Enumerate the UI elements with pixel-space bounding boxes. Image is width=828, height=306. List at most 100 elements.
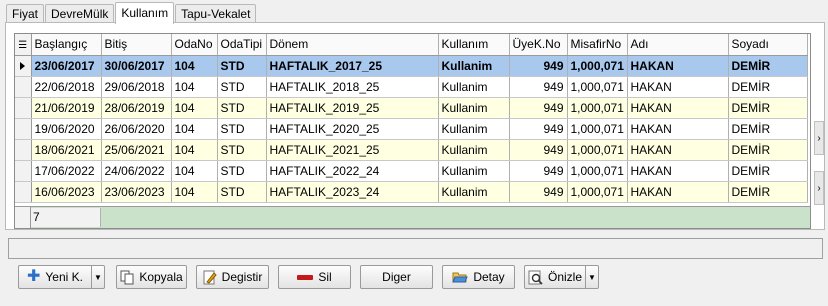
table-cell[interactable]: 25/06/2021 <box>101 139 172 161</box>
col-header-bitis[interactable]: Bitiş <box>101 34 172 56</box>
table-cell[interactable]: 104 <box>171 55 218 77</box>
preview-dropdown-button[interactable]: ▼ <box>586 265 599 289</box>
table-cell[interactable]: DEMİR <box>728 139 808 161</box>
table-cell[interactable]: 30/06/2017 <box>101 55 172 77</box>
table-cell[interactable]: 18/06/2021 <box>31 139 102 161</box>
col-header-baslangic[interactable]: Başlangıç <box>31 34 102 56</box>
col-header-adi[interactable]: Adı <box>627 34 729 56</box>
table-cell[interactable]: 21/06/2019 <box>31 97 102 119</box>
table-cell[interactable]: HAKAN <box>627 55 729 77</box>
table-cell[interactable]: 16/06/2023 <box>31 181 102 203</box>
table-cell[interactable]: HAKAN <box>627 139 729 161</box>
table-cell[interactable]: 104 <box>171 76 218 98</box>
row-indicator[interactable] <box>15 160 32 182</box>
delete-button[interactable]: Sil <box>278 265 351 289</box>
table-cell[interactable]: HAFTALIK_2018_25 <box>266 76 439 98</box>
table-cell[interactable]: STD <box>217 139 267 161</box>
table-cell[interactable]: DEMİR <box>728 181 808 203</box>
table-cell[interactable]: Kullanim <box>438 139 510 161</box>
table-cell[interactable]: STD <box>217 97 267 119</box>
table-cell[interactable]: HAFTALIK_2020_25 <box>266 118 439 140</box>
usage-grid[interactable]: ☰ Başlangıç Bitiş OdaNo OdaTipi Dönem Ku… <box>14 33 811 229</box>
scroll-right-icon-2[interactable]: › <box>814 171 824 205</box>
table-cell[interactable]: 104 <box>171 139 218 161</box>
preview-button[interactable]: Önizle <box>524 265 586 289</box>
table-cell[interactable]: 949 <box>509 118 568 140</box>
other-button[interactable]: Diger <box>360 265 433 289</box>
table-cell[interactable]: HAFTALIK_2023_24 <box>266 181 439 203</box>
col-header-uyekno[interactable]: ÜyeK.No <box>509 34 568 56</box>
table-cell[interactable]: 1,000,071 <box>567 76 628 98</box>
table-cell[interactable]: STD <box>217 55 267 77</box>
table-cell[interactable]: 949 <box>509 55 568 77</box>
table-cell[interactable]: 949 <box>509 97 568 119</box>
col-header-donem[interactable]: Dönem <box>266 34 439 56</box>
table-cell[interactable]: 104 <box>171 97 218 119</box>
table-row[interactable]: 17/06/2022 24/06/2022 104 STD HAFTALIK_2022_… <box>15 160 808 182</box>
table-cell[interactable]: 1,000,071 <box>567 55 628 77</box>
row-indicator[interactable] <box>15 118 32 140</box>
copy-button[interactable]: Kopyala <box>116 265 187 289</box>
tab-devremulk[interactable]: DevreMülk <box>45 4 115 23</box>
table-cell[interactable]: HAFTALIK_2022_24 <box>266 160 439 182</box>
table-cell[interactable]: 949 <box>509 160 568 182</box>
table-cell[interactable]: 104 <box>171 181 218 203</box>
table-cell[interactable]: 104 <box>171 118 218 140</box>
table-cell[interactable]: HAFTALIK_2021_25 <box>266 139 439 161</box>
table-cell[interactable]: DEMİR <box>728 97 808 119</box>
table-row[interactable]: 16/06/2023 23/06/2023 104 STD HAFTALIK_2023_… <box>15 181 808 203</box>
new-button[interactable]: ✚ Yeni K. <box>18 265 92 289</box>
table-cell[interactable]: Kullanim <box>438 76 510 98</box>
table-cell[interactable]: 23/06/2017 <box>31 55 102 77</box>
column-chooser[interactable]: ☰ <box>15 34 32 56</box>
table-row[interactable]: 19/06/2020 26/06/2020 104 STD HAFTALIK_2020_… <box>15 118 808 140</box>
table-cell[interactable]: HAKAN <box>627 118 729 140</box>
table-cell[interactable]: HAKAN <box>627 76 729 98</box>
new-dropdown-button[interactable]: ▼ <box>92 265 105 289</box>
col-header-soyadi[interactable]: Soyadı <box>728 34 808 56</box>
table-cell[interactable]: 28/06/2019 <box>101 97 172 119</box>
table-cell[interactable]: 1,000,071 <box>567 181 628 203</box>
table-cell[interactable]: 104 <box>171 160 218 182</box>
table-cell[interactable]: STD <box>217 160 267 182</box>
table-cell[interactable]: 1,000,071 <box>567 97 628 119</box>
table-row[interactable]: 18/06/2021 25/06/2021 104 STD HAFTALIK_2021_… <box>15 139 808 161</box>
table-cell[interactable]: Kullanim <box>438 118 510 140</box>
table-cell[interactable]: 24/06/2022 <box>101 160 172 182</box>
table-cell[interactable]: 19/06/2020 <box>31 118 102 140</box>
edit-button[interactable]: Degistir <box>196 265 269 289</box>
row-indicator[interactable] <box>15 139 32 161</box>
table-cell[interactable]: 23/06/2023 <box>101 181 172 203</box>
table-cell[interactable]: DEMİR <box>728 160 808 182</box>
scroll-right-icon[interactable]: › <box>814 121 824 155</box>
table-row[interactable]: 21/06/2019 28/06/2019 104 STD HAFTALIK_2019_… <box>15 97 808 119</box>
table-cell[interactable]: Kullanim <box>438 160 510 182</box>
row-indicator[interactable] <box>15 55 32 77</box>
table-cell[interactable]: 29/06/2018 <box>101 76 172 98</box>
col-header-odatipi[interactable]: OdaTipi <box>217 34 267 56</box>
table-cell[interactable]: 1,000,071 <box>567 160 628 182</box>
table-cell[interactable]: 949 <box>509 76 568 98</box>
table-row[interactable]: 22/06/2018 29/06/2018 104 STD HAFTALIK_2018_… <box>15 76 808 98</box>
table-cell[interactable]: HAKAN <box>627 97 729 119</box>
table-cell[interactable]: 26/06/2020 <box>101 118 172 140</box>
table-cell[interactable]: Kullanim <box>438 55 510 77</box>
table-cell[interactable]: 949 <box>509 181 568 203</box>
table-cell[interactable]: HAKAN <box>627 181 729 203</box>
table-cell[interactable]: STD <box>217 181 267 203</box>
table-cell[interactable]: 1,000,071 <box>567 118 628 140</box>
table-cell[interactable]: 1,000,071 <box>567 139 628 161</box>
table-cell[interactable]: STD <box>217 76 267 98</box>
table-cell[interactable]: 17/06/2022 <box>31 160 102 182</box>
table-cell[interactable]: DEMİR <box>728 55 808 77</box>
table-cell[interactable]: HAFTALIK_2017_25 <box>266 55 439 77</box>
tab-fiyat[interactable]: Fiyat <box>6 4 45 23</box>
table-cell[interactable]: Kullanim <box>438 97 510 119</box>
table-cell[interactable]: Kullanim <box>438 181 510 203</box>
table-cell[interactable]: HAKAN <box>627 160 729 182</box>
row-indicator[interactable] <box>15 97 32 119</box>
tab-tapu-vekalet[interactable]: Tapu-Vekalet <box>175 4 257 23</box>
tab-kullanim[interactable]: Kullanım <box>115 2 175 24</box>
row-indicator[interactable] <box>15 76 32 98</box>
table-cell[interactable]: DEMİR <box>728 118 808 140</box>
